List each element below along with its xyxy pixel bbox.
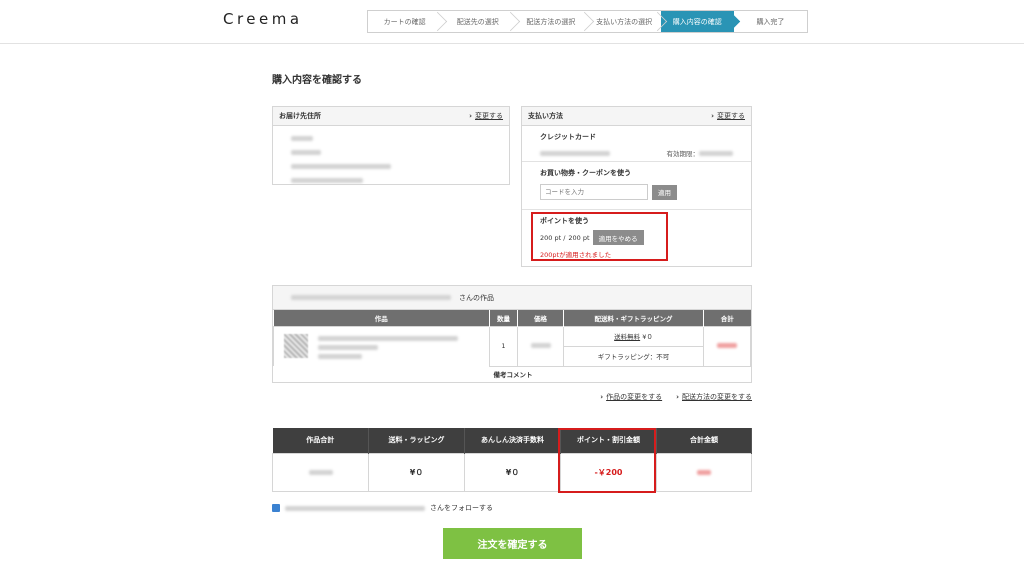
summary-header: 作品合計 送料・ラッピング あんしん決済手数料 ポイント・割引金額 合計金額 xyxy=(272,428,752,453)
item-thumbnail[interactable] xyxy=(284,333,308,358)
summary-table: 作品合計 送料・ラッピング あんしん決済手数料 ポイント・割引金額 合計金額 ¥… xyxy=(272,428,752,492)
step-payment: 支払い方法の選択 xyxy=(588,11,661,32)
step-complete: 購入完了 xyxy=(756,17,785,26)
page-title: 購入内容を確認する xyxy=(272,75,362,86)
step-address: 配送先の選択 xyxy=(441,11,514,32)
card-row: 有効期限： xyxy=(540,148,733,158)
sub-links: › 作品の変更をする › 配送方法の変更をする xyxy=(600,392,752,402)
header: Creema カートの確認 配送先の選択 配送方法の選択 支払い方法の選択 購入… xyxy=(0,0,1024,44)
address-change-label: 変更する xyxy=(475,112,503,120)
expiry-label: 有効期限： xyxy=(666,150,700,158)
sum-total-value xyxy=(656,452,752,492)
payment-change-label: 変更する xyxy=(717,112,745,120)
summary-row: ¥０ ¥０ -￥200 xyxy=(272,452,752,492)
chevron-right-icon: › xyxy=(711,112,714,120)
step-confirm: 購入内容の確認 xyxy=(660,11,734,32)
empty-cell xyxy=(274,366,490,382)
redacted-name xyxy=(291,136,313,141)
sum-col-total: 合計金額 xyxy=(656,428,752,453)
card-section: クレジットカード 有効期限： xyxy=(522,126,751,162)
quantity-cell: 1 xyxy=(489,325,518,367)
sum-col-fee: あんしん決済手数料 xyxy=(464,428,561,453)
discount-highlight-frame xyxy=(558,428,656,493)
coupon-row: 適用 xyxy=(540,184,733,200)
price-cell xyxy=(517,325,564,367)
sum-items-value xyxy=(272,452,369,492)
redacted-follow-shop xyxy=(285,505,425,511)
shop-header: さんの作品 xyxy=(273,286,751,310)
coupon-apply-button[interactable]: 適用 xyxy=(652,184,677,200)
shipping-value: ¥０ xyxy=(642,333,653,341)
chevron-right-icon: › xyxy=(600,393,604,401)
change-shipping-link[interactable]: › 配送方法の変更をする xyxy=(676,392,752,402)
col-price: 価格 xyxy=(517,310,564,326)
card-title: クレジットカード xyxy=(540,133,596,141)
coupon-section: お買い物券・クーポンを使う 適用 xyxy=(522,162,751,210)
address-title: お届け先住所 xyxy=(279,112,321,120)
payment-title: 支払い方法 xyxy=(528,112,563,120)
item-cell xyxy=(273,325,490,366)
redacted-shop-name xyxy=(291,295,451,300)
redacted-expiry xyxy=(699,151,733,156)
redacted-zip xyxy=(291,150,321,155)
step-shipping: 配送方法の選択 xyxy=(514,11,587,32)
sum-col-items: 作品合計 xyxy=(272,428,369,453)
col-total: 合計 xyxy=(703,310,751,326)
product-table: 作品 数量 価格 配送料・ギフトラッピング 合計 1 送料無料 ¥０ ギフトラッ… xyxy=(273,310,751,382)
redacted-item-name[interactable] xyxy=(318,335,458,341)
change-item-label: 作品の変更をする xyxy=(606,393,663,401)
change-shipping-label: 配送方法の変更をする xyxy=(682,393,752,401)
coupon-title: お買い物券・クーポンを使う xyxy=(540,169,631,177)
redacted-card-number xyxy=(540,150,610,156)
redacted-price xyxy=(530,343,551,348)
shipping-free-link[interactable]: 送料無料 xyxy=(614,333,640,341)
payment-change-link[interactable]: › 変更する xyxy=(711,111,745,121)
redacted-items-total xyxy=(308,469,333,475)
address-box: お届け先住所 › 変更する xyxy=(272,106,510,185)
follow-checkbox[interactable] xyxy=(272,504,280,512)
sum-shipping-value: ¥０ xyxy=(368,452,465,492)
checkout-steps: カートの確認 配送先の選択 配送方法の選択 支払い方法の選択 購入内容の確認 購… xyxy=(367,10,808,33)
sum-fee-value: ¥０ xyxy=(464,452,561,492)
shop-suffix: さんの作品 xyxy=(459,293,494,302)
address-change-link[interactable]: › 変更する xyxy=(469,111,503,121)
table-row: 1 送料無料 ¥０ xyxy=(273,325,751,367)
product-table-header: 作品 数量 価格 配送料・ギフトラッピング 合計 xyxy=(273,310,751,326)
chevron-right-icon: › xyxy=(469,112,472,120)
shop-box: さんの作品 作品 数量 価格 配送料・ギフトラッピング 合計 1 送料無料 ¥０… xyxy=(272,285,752,383)
redacted-phone xyxy=(291,178,363,183)
col-item: 作品 xyxy=(273,310,490,326)
redacted-grand-total xyxy=(697,469,711,475)
coupon-code-input[interactable] xyxy=(540,184,648,200)
redacted-item-option xyxy=(318,353,362,359)
address-header: お届け先住所 › 変更する xyxy=(273,107,509,126)
point-highlight-frame xyxy=(531,212,668,261)
total-cell xyxy=(703,325,751,367)
gift-cell: ギフトラッピング：不可 xyxy=(563,345,704,367)
follow-row: さんをフォローする xyxy=(272,503,493,513)
creema-logo[interactable]: Creema xyxy=(223,10,303,28)
card-expiry: 有効期限： xyxy=(666,148,733,158)
shipping-cell: 送料無料 ¥０ xyxy=(563,325,704,347)
follow-suffix: さんをフォローする xyxy=(430,504,493,512)
redacted-item-name-2 xyxy=(318,344,378,350)
redacted-total xyxy=(717,343,737,348)
step-cart: カートの確認 xyxy=(368,11,441,32)
chevron-right-icon: › xyxy=(676,393,679,401)
col-quantity: 数量 xyxy=(489,310,518,326)
confirm-order-button[interactable]: 注文を確定する xyxy=(443,528,582,559)
col-shipping: 配送料・ギフトラッピング xyxy=(563,310,704,326)
table-row: 備考コメント xyxy=(274,366,751,382)
redacted-address xyxy=(291,164,391,169)
comment-cell[interactable]: 備考コメント xyxy=(490,366,751,382)
address-body xyxy=(273,126,509,198)
change-item-link[interactable]: › 作品の変更をする xyxy=(600,392,662,402)
payment-header: 支払い方法 › 変更する xyxy=(522,107,751,126)
sum-col-shipping: 送料・ラッピング xyxy=(368,428,465,453)
